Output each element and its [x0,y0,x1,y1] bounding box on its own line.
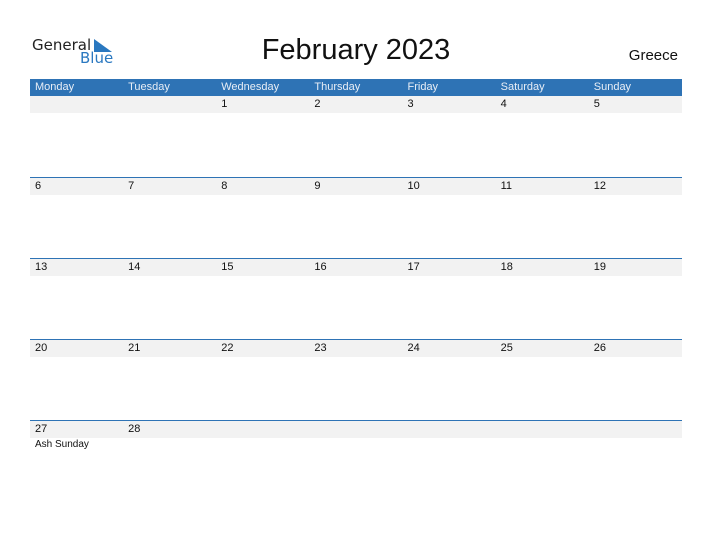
weekday-monday: Monday [35,81,75,93]
weekday-sunday: Sunday [593,81,632,93]
weekday-wednesday: Wednesday [221,81,280,93]
day-cell: 5 [593,98,600,110]
day-cell: 21 [128,342,141,354]
weekday-tuesday: Tuesday [128,81,170,93]
day-cell: 18 [500,261,513,273]
week-row: 13 14 15 16 17 18 19 [30,258,682,340]
weekday-friday: Friday [407,81,439,93]
day-cell: 10 [407,180,420,192]
week-row: 6 7 8 9 10 11 12 [30,177,682,259]
day-cell: 26 [593,342,606,354]
day-cell: 19 [593,261,606,273]
day-cell: 25 [500,342,513,354]
day-cell: 24 [407,342,420,354]
day-cell: 20 [35,342,48,354]
day-cell: 8 [221,180,228,192]
day-cell: 13 [35,261,48,273]
weekday-header: Monday Tuesday Wednesday Thursday Friday… [30,79,682,96]
day-cell: 14 [128,261,141,273]
day-cell: 22 [221,342,234,354]
day-cell [496,421,589,438]
day-cell [30,96,123,113]
week-row: 1 2 3 4 5 [30,96,682,177]
day-cell: 7 [128,180,135,192]
calendar-title: February 2023 [261,34,451,66]
day-cell: 9 [314,180,321,192]
country-label: Greece [628,47,678,64]
weekday-saturday: Saturday [500,81,545,93]
day-cell: 28 [128,423,141,435]
day-cell [309,421,402,438]
day-cell: 2 [314,98,321,110]
day-cell [403,421,496,438]
day-cell: 23 [314,342,327,354]
weekday-thursday: Thursday [314,81,361,93]
day-cell: 6 [35,180,42,192]
day-cell: 15 [221,261,234,273]
day-cell: 16 [314,261,327,273]
day-cell: 27 [35,423,48,435]
day-cell [123,96,216,113]
day-cell: 11 [500,180,513,192]
week-row: 27 28 Ash Sunday [30,420,682,502]
day-cell [216,421,309,438]
day-cell: 17 [407,261,420,273]
day-cell [589,421,682,438]
holiday-ash-sunday: Ash Sunday [35,439,89,450]
day-cell: 12 [593,180,606,192]
day-cell: 3 [407,98,414,110]
week-row: 20 21 22 23 24 25 26 [30,339,682,421]
day-cell: 4 [500,98,507,110]
day-cell: 1 [221,98,228,110]
